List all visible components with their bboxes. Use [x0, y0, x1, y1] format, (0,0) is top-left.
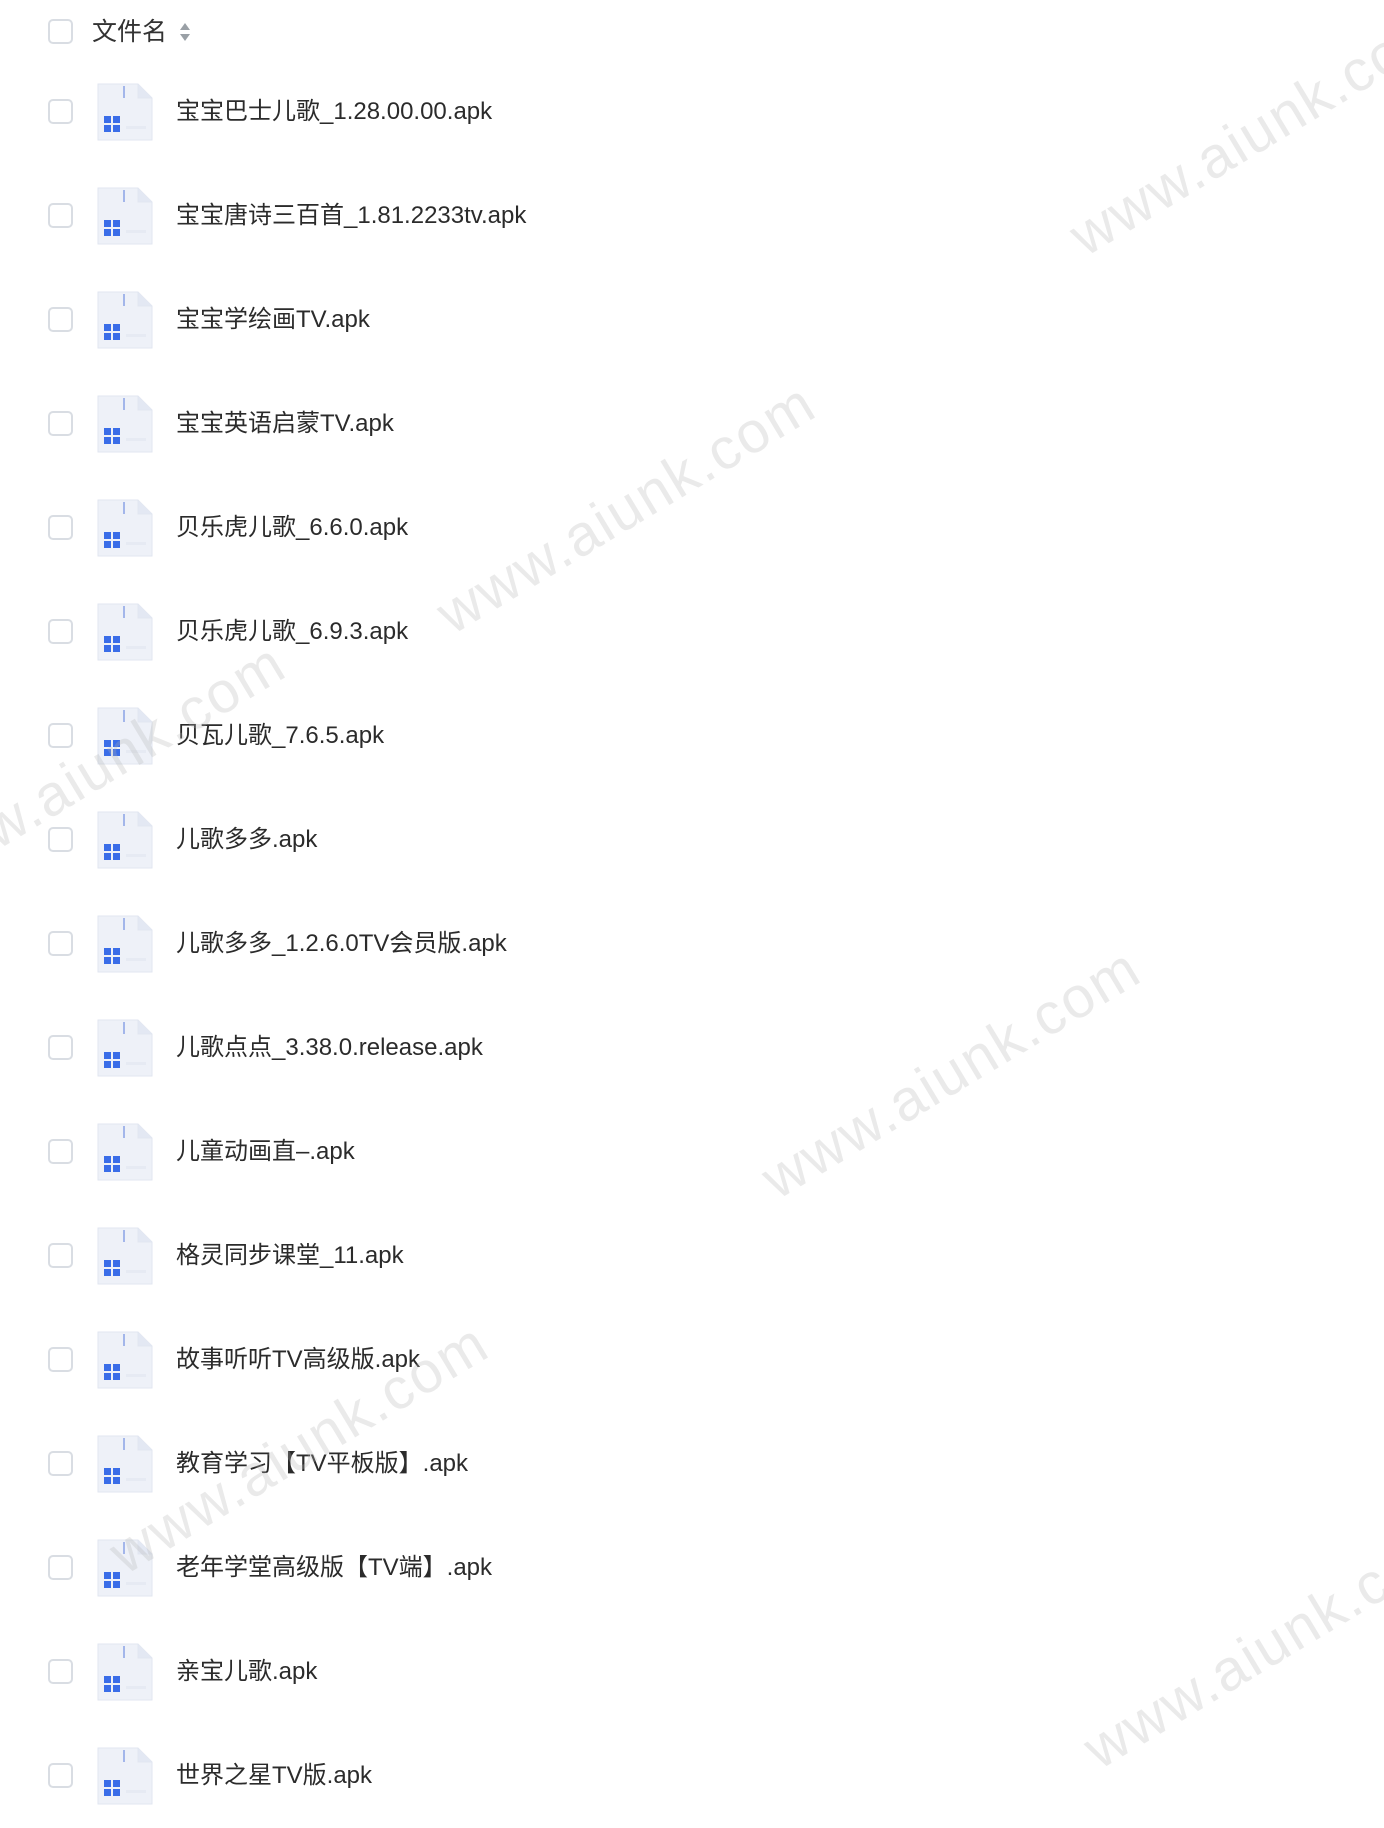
file-list: 文件名 宝宝巴士儿歌_1.28.00.00.apk 宝宝唐诗三百首_1.81.22…	[0, 0, 1384, 1805]
row-checkbox[interactable]	[48, 1451, 73, 1476]
apk-file-icon	[97, 1643, 153, 1701]
file-name[interactable]: 儿歌多多_1.2.6.0TV会员版.apk	[176, 926, 507, 962]
file-row[interactable]: 格灵同步课堂_11.apk	[0, 1204, 1384, 1308]
file-row[interactable]: 儿童动画直–.apk	[0, 1100, 1384, 1204]
file-row[interactable]: 儿歌多多.apk	[0, 788, 1384, 892]
row-checkbox[interactable]	[48, 931, 73, 956]
file-name[interactable]: 宝宝学绘画TV.apk	[176, 302, 370, 338]
file-row[interactable]: 亲宝儿歌.apk	[0, 1620, 1384, 1724]
apk-file-icon	[97, 1019, 153, 1077]
row-checkbox[interactable]	[48, 1139, 73, 1164]
file-row[interactable]: 故事听听TV高级版.apk	[0, 1308, 1384, 1412]
file-row[interactable]: 贝瓦儿歌_7.6.5.apk	[0, 684, 1384, 788]
row-checkbox[interactable]	[48, 99, 73, 124]
file-row[interactable]: 贝乐虎儿歌_6.9.3.apk	[0, 580, 1384, 684]
file-row[interactable]: 教育学习【TV平板版】.apk	[0, 1412, 1384, 1516]
file-name[interactable]: 故事听听TV高级版.apk	[176, 1342, 420, 1378]
file-row[interactable]: 世界之星TV版.apk	[0, 1724, 1384, 1828]
row-checkbox[interactable]	[48, 1763, 73, 1788]
file-row[interactable]: 老年学堂高级版【TV端】.apk	[0, 1516, 1384, 1620]
row-checkbox[interactable]	[48, 307, 73, 332]
file-name[interactable]: 宝宝唐诗三百首_1.81.2233tv.apk	[176, 198, 526, 234]
list-header: 文件名	[0, 0, 1384, 64]
file-row[interactable]: 宝宝唐诗三百首_1.81.2233tv.apk	[0, 164, 1384, 268]
apk-file-icon	[97, 1435, 153, 1493]
file-name[interactable]: 宝宝巴士儿歌_1.28.00.00.apk	[176, 94, 492, 130]
apk-file-icon	[97, 1227, 153, 1285]
apk-file-icon	[97, 187, 153, 245]
file-name[interactable]: 儿歌点点_3.38.0.release.apk	[176, 1030, 483, 1066]
apk-file-icon	[97, 1539, 153, 1597]
row-checkbox[interactable]	[48, 723, 73, 748]
apk-file-icon	[97, 603, 153, 661]
file-row[interactable]: 儿歌多多_1.2.6.0TV会员版.apk	[0, 892, 1384, 996]
file-row[interactable]: 儿歌点点_3.38.0.release.apk	[0, 996, 1384, 1100]
apk-file-icon	[97, 83, 153, 141]
file-name[interactable]: 贝乐虎儿歌_6.9.3.apk	[176, 614, 408, 650]
file-name[interactable]: 格灵同步课堂_11.apk	[176, 1238, 404, 1274]
apk-file-icon	[97, 395, 153, 453]
apk-file-icon	[97, 915, 153, 973]
file-name[interactable]: 亲宝儿歌.apk	[176, 1654, 317, 1690]
row-checkbox[interactable]	[48, 515, 73, 540]
file-row[interactable]: 宝宝巴士儿歌_1.28.00.00.apk	[0, 60, 1384, 164]
apk-file-icon	[97, 1123, 153, 1181]
row-checkbox[interactable]	[48, 203, 73, 228]
file-row[interactable]: 宝宝英语启蒙TV.apk	[0, 372, 1384, 476]
file-name[interactable]: 儿歌多多.apk	[176, 822, 317, 858]
file-name[interactable]: 儿童动画直–.apk	[176, 1134, 355, 1170]
apk-file-icon	[97, 811, 153, 869]
apk-file-icon	[97, 499, 153, 557]
row-checkbox[interactable]	[48, 411, 73, 436]
file-name[interactable]: 老年学堂高级版【TV端】.apk	[176, 1550, 492, 1586]
apk-file-icon	[97, 707, 153, 765]
row-checkbox[interactable]	[48, 1243, 73, 1268]
row-checkbox[interactable]	[48, 619, 73, 644]
row-checkbox[interactable]	[48, 1659, 73, 1684]
file-name[interactable]: 贝乐虎儿歌_6.6.0.apk	[176, 510, 408, 546]
file-row[interactable]: 宝宝学绘画TV.apk	[0, 268, 1384, 372]
row-checkbox[interactable]	[48, 1347, 73, 1372]
apk-file-icon	[97, 291, 153, 349]
column-header-filename: 文件名	[92, 18, 168, 46]
file-name[interactable]: 贝瓦儿歌_7.6.5.apk	[176, 718, 384, 754]
file-row[interactable]: 贝乐虎儿歌_6.6.0.apk	[0, 476, 1384, 580]
apk-file-icon	[97, 1747, 153, 1805]
row-checkbox[interactable]	[48, 1555, 73, 1580]
apk-file-icon	[97, 1331, 153, 1389]
file-name[interactable]: 教育学习【TV平板版】.apk	[176, 1446, 468, 1482]
file-name[interactable]: 世界之星TV版.apk	[176, 1758, 372, 1794]
select-all-checkbox[interactable]	[48, 19, 73, 44]
file-name[interactable]: 宝宝英语启蒙TV.apk	[176, 406, 394, 442]
row-checkbox[interactable]	[48, 1035, 73, 1060]
row-checkbox[interactable]	[48, 827, 73, 852]
sort-icon[interactable]	[178, 20, 192, 44]
